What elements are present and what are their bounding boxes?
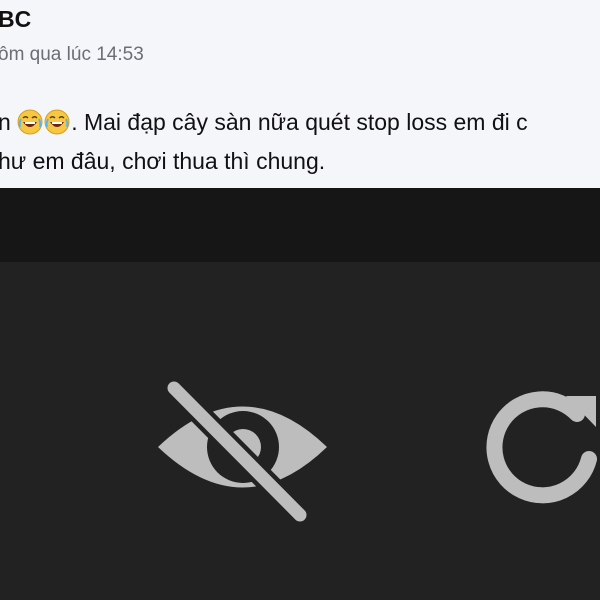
post-author[interactable]: BC (0, 6, 31, 33)
post-message-line-1: n . Mai đạp cây sàn nữa quét stop loss e… (0, 107, 528, 137)
refresh-icon (486, 391, 597, 504)
post-card: BC ôm qua lúc 14:53 n . Mai đạp cây sàn … (0, 0, 600, 188)
media-toolbar (0, 188, 600, 262)
message-text: . Mai đạp cây sàn nữa quét stop loss em … (71, 109, 528, 135)
refresh-button[interactable] (478, 383, 600, 511)
eye-off-icon (158, 380, 327, 523)
message-prefix: n (0, 109, 11, 135)
hide-media-button[interactable] (150, 372, 335, 523)
tears-of-joy-emoji-icon (44, 109, 70, 135)
post-timestamp[interactable]: ôm qua lúc 14:53 (0, 44, 144, 66)
post-message-line-2: hư em đâu, chơi thua thì chung. (0, 148, 326, 174)
tears-of-joy-emoji-icon (17, 109, 43, 135)
